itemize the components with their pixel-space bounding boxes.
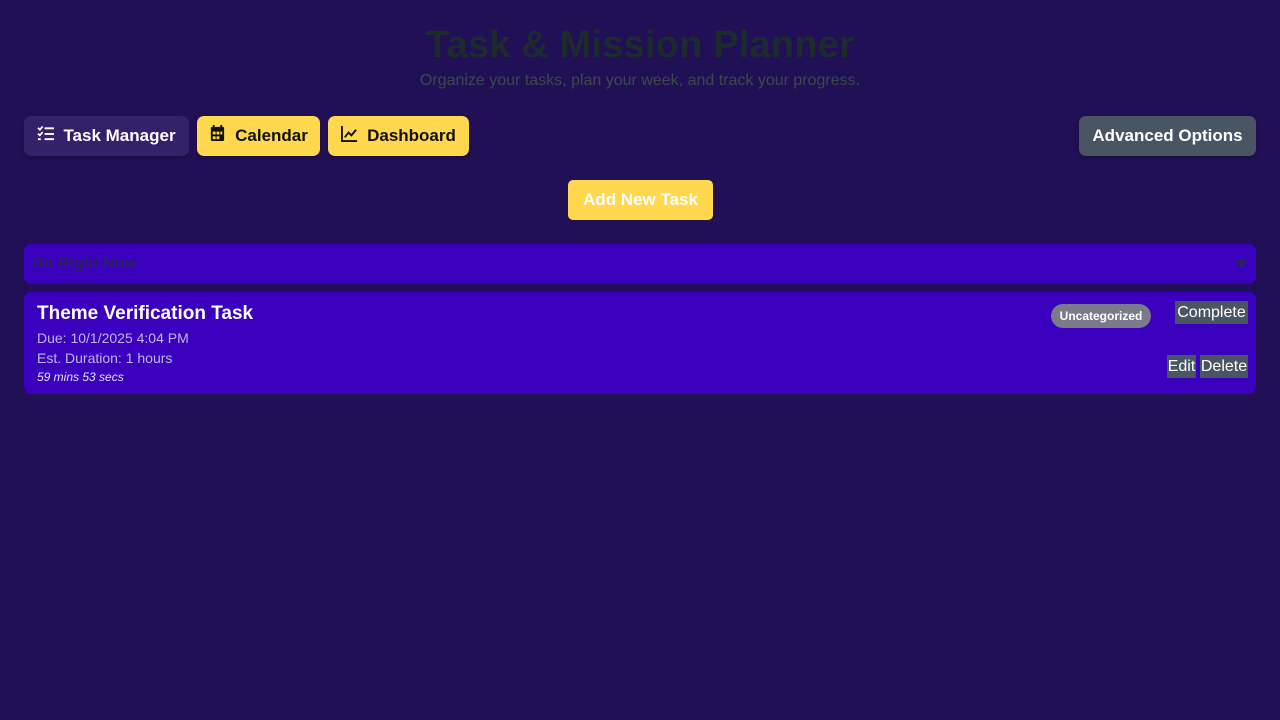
dashboard-label: Dashboard [367, 126, 456, 145]
section-title: Do Right Now [32, 255, 137, 272]
calendar-icon [209, 125, 226, 147]
nav-toolbar: Task Manager Calendar Dashboard Advanced… [24, 116, 1256, 156]
line-chart-icon [341, 125, 358, 147]
category-badge: Uncategorized [1051, 304, 1151, 328]
task-manager-button[interactable]: Task Manager [24, 116, 189, 156]
page-title: Task & Mission Planner [425, 24, 855, 66]
task-title: Theme Verification Task [37, 303, 254, 324]
dashboard-button[interactable]: Dashboard [328, 116, 469, 156]
delete-button[interactable]: Delete [1200, 355, 1248, 378]
task-due-date: Due: 10/1/2025 4:04 PM [37, 330, 189, 346]
task-card: Theme Verification Task Due: 10/1/2025 4… [24, 292, 1256, 394]
calendar-button[interactable]: Calendar [197, 116, 320, 156]
task-manager-label: Task Manager [63, 126, 176, 145]
caret-down-icon[interactable] [1234, 259, 1248, 269]
task-duration: Est. Duration: 1 hours [37, 350, 173, 366]
edit-button[interactable]: Edit [1167, 355, 1196, 378]
section-header-do-right-now[interactable]: Do Right Now [24, 244, 1256, 284]
advanced-options-button[interactable]: Advanced Options [1079, 116, 1256, 156]
add-task-button[interactable]: Add New Task [568, 180, 713, 220]
task-countdown: 59 mins 53 secs [37, 370, 124, 384]
page-header: Task & Mission Planner Organize your tas… [0, 0, 1280, 90]
list-check-icon [37, 125, 55, 147]
page-subtitle: Organize your tasks, plan your week, and… [419, 72, 861, 89]
complete-button[interactable]: Complete [1175, 301, 1248, 324]
calendar-label: Calendar [235, 126, 308, 145]
